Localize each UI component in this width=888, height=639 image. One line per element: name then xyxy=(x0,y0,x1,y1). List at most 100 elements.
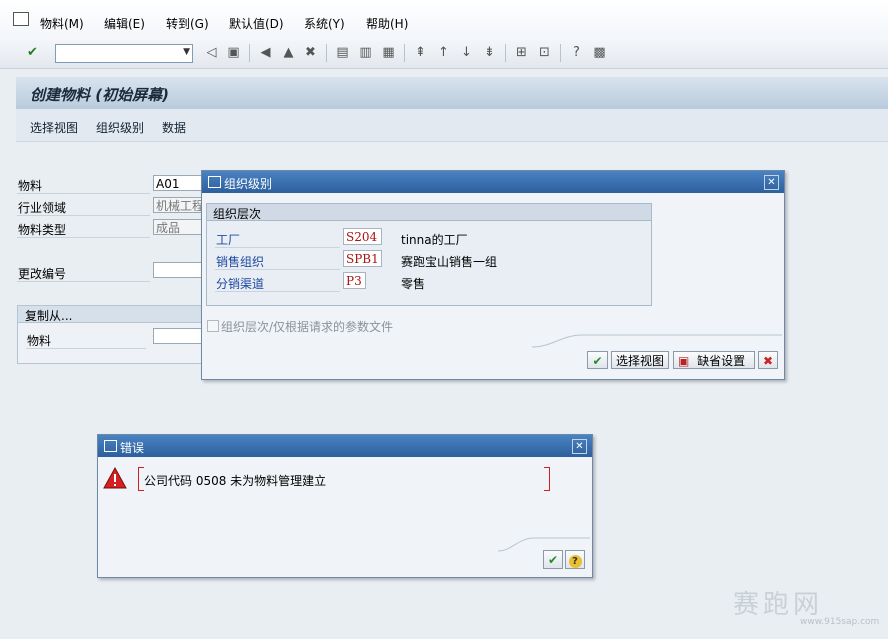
label-underline xyxy=(17,193,150,194)
print-icon[interactable]: ▤ xyxy=(334,44,351,61)
message-bracket-right xyxy=(544,467,550,491)
plant-description: tinna的工厂 xyxy=(401,233,468,247)
previous-page-icon[interactable]: ↑ xyxy=(435,44,452,61)
org-levels-dialog: 组织级别 ✕ 组织层次 工厂 S204 tinna的工厂 销售组织 SPB1 赛… xyxy=(201,170,785,380)
menu-system[interactable]: 系统(Y) xyxy=(304,15,345,32)
find-next-icon[interactable]: ▦ xyxy=(380,44,397,61)
help-icon: ? xyxy=(568,555,582,568)
industry-label: 行业领域 xyxy=(18,201,67,215)
cancel-icon[interactable]: ✖ xyxy=(302,44,319,61)
copy-from-group: 复制从... 物料 xyxy=(17,305,219,364)
change-number-field[interactable] xyxy=(153,262,208,278)
back-arrow-icon[interactable]: ◁ xyxy=(203,44,220,61)
sales-org-field[interactable]: SPB1 xyxy=(343,250,382,267)
org-profile-checkbox-label: 组织层次/仅根据请求的参数文件 xyxy=(221,320,394,334)
default-values-button[interactable]: ▣ 缺省设置 xyxy=(673,351,755,369)
help-button[interactable]: ? xyxy=(565,550,585,569)
warning-icon xyxy=(103,467,127,489)
continue-button[interactable]: ✔ xyxy=(587,351,608,369)
toolbar-separator xyxy=(249,44,250,62)
label-underline xyxy=(17,215,150,216)
dialog-title: 组织级别 xyxy=(224,177,273,191)
watermark-url: www.915sap.com xyxy=(800,617,880,627)
copy-from-title: 复制从... xyxy=(25,309,73,323)
dialog-menu-icon[interactable] xyxy=(208,176,221,188)
change-number-label: 更改编号 xyxy=(18,267,67,281)
application-toolbar: 选择视图 组织级别 数据 xyxy=(16,109,888,142)
toolbar-separator xyxy=(326,44,327,62)
label-underline xyxy=(17,281,150,282)
menu-bar: 物料(M) 编辑(E) 转到(G) 默认值(D) 系统(Y) 帮助(H) xyxy=(0,0,888,38)
distribution-channel-description: 零售 xyxy=(401,277,426,291)
dialog-menu-icon[interactable] xyxy=(104,440,117,452)
material-type-field[interactable]: 成品 xyxy=(153,219,208,235)
error-message: 公司代码 0508 未为物料管理建立 xyxy=(144,474,327,488)
select-views-button[interactable]: 选择视图 xyxy=(30,119,78,136)
sales-org-label: 销售组织 xyxy=(216,255,265,269)
menu-help[interactable]: 帮助(H) xyxy=(366,15,408,32)
toolbar-separator xyxy=(505,44,506,62)
label-underline xyxy=(26,348,146,349)
next-page-icon[interactable]: ↓ xyxy=(458,44,475,61)
check-icon: ✔ xyxy=(547,553,559,567)
copy-from-header: 复制从... xyxy=(18,306,218,323)
label-underline xyxy=(17,237,150,238)
find-icon[interactable]: ▥ xyxy=(357,44,374,61)
copy-material-field[interactable] xyxy=(153,328,208,344)
org-levels-button[interactable]: 组织级别 xyxy=(96,119,144,136)
close-icon[interactable]: ✕ xyxy=(764,175,779,190)
industry-field[interactable]: 机械工程 xyxy=(153,197,208,213)
label-underline xyxy=(215,247,340,248)
new-session-icon[interactable]: ⊞ xyxy=(513,44,530,61)
data-button[interactable]: 数据 xyxy=(162,119,186,136)
check-icon: ✔ xyxy=(592,354,603,368)
material-type-label: 物料类型 xyxy=(18,223,67,237)
layout-menu-icon[interactable]: ▩ xyxy=(591,44,608,61)
last-page-icon[interactable]: ⇟ xyxy=(481,44,498,61)
dialog-title-bar: 组织级别 ✕ xyxy=(202,171,784,193)
menu-toggle-icon[interactable] xyxy=(13,12,29,26)
select-views-dialog-button[interactable]: 选择视图 xyxy=(611,351,669,369)
close-icon[interactable]: ✕ xyxy=(572,439,587,454)
toolbar-separator xyxy=(560,44,561,62)
cancel-button[interactable]: ✖ xyxy=(758,351,778,369)
org-profile-checkbox[interactable] xyxy=(207,320,219,332)
help-icon[interactable]: ? xyxy=(568,44,585,61)
exit-icon[interactable]: ▲ xyxy=(280,44,297,61)
toolbar-separator xyxy=(404,44,405,62)
cancel-icon: ✖ xyxy=(762,354,774,368)
shortcut-icon[interactable]: ⊡ xyxy=(536,44,553,61)
save-icon: ▣ xyxy=(678,354,690,368)
error-dialog-title: 错误 xyxy=(120,441,145,455)
label-underline xyxy=(215,291,340,292)
copy-material-label: 物料 xyxy=(27,334,52,348)
plant-label: 工厂 xyxy=(216,233,241,247)
save-icon[interactable]: ▣ xyxy=(225,44,242,61)
watermark-logo: 赛跑网 xyxy=(733,590,824,620)
distribution-channel-field[interactable]: P3 xyxy=(343,272,366,289)
chevron-down-icon[interactable]: ▼ xyxy=(183,47,190,57)
enter-icon[interactable]: ✔ xyxy=(24,44,41,61)
first-page-icon[interactable]: ⇞ xyxy=(412,44,429,61)
menu-goto[interactable]: 转到(G) xyxy=(166,15,209,32)
standard-toolbar: ✔ ▼ ◁ ▣ ◀ ▲ ✖ ▤ ▥ ▦ ⇞ ↑ ↓ ⇟ ⊞ ⊡ ? ▩ xyxy=(0,38,888,69)
material-label: 物料 xyxy=(18,179,43,193)
title-bar: 创建物料 (初始屏幕) xyxy=(16,77,888,109)
menu-defaults[interactable]: 默认值(D) xyxy=(229,15,284,32)
page-title: 创建物料 (初始屏幕) xyxy=(30,86,169,104)
sales-org-description: 赛跑宝山销售一组 xyxy=(401,255,498,269)
dialog-title-bar: 错误 ✕ xyxy=(98,435,592,457)
back-icon[interactable]: ◀ xyxy=(257,44,274,61)
org-hierarchy-title: 组织层次 xyxy=(213,207,262,221)
distribution-channel-label: 分销渠道 xyxy=(216,277,265,291)
org-hierarchy-group: 组织层次 工厂 S204 tinna的工厂 销售组织 SPB1 赛跑宝山销售一组… xyxy=(206,203,652,306)
menu-edit[interactable]: 编辑(E) xyxy=(104,15,145,32)
menu-material[interactable]: 物料(M) xyxy=(40,15,84,32)
plant-field[interactable]: S204 xyxy=(343,228,382,245)
error-dialog: 错误 ✕ 公司代码 0508 未为物料管理建立 ✔ ? xyxy=(97,434,593,578)
dialog-footer-curve xyxy=(532,334,782,348)
confirm-button[interactable]: ✔ xyxy=(543,550,563,569)
material-field[interactable]: A01 xyxy=(153,175,208,191)
command-field[interactable]: ▼ xyxy=(55,44,193,63)
label-underline xyxy=(215,269,340,270)
